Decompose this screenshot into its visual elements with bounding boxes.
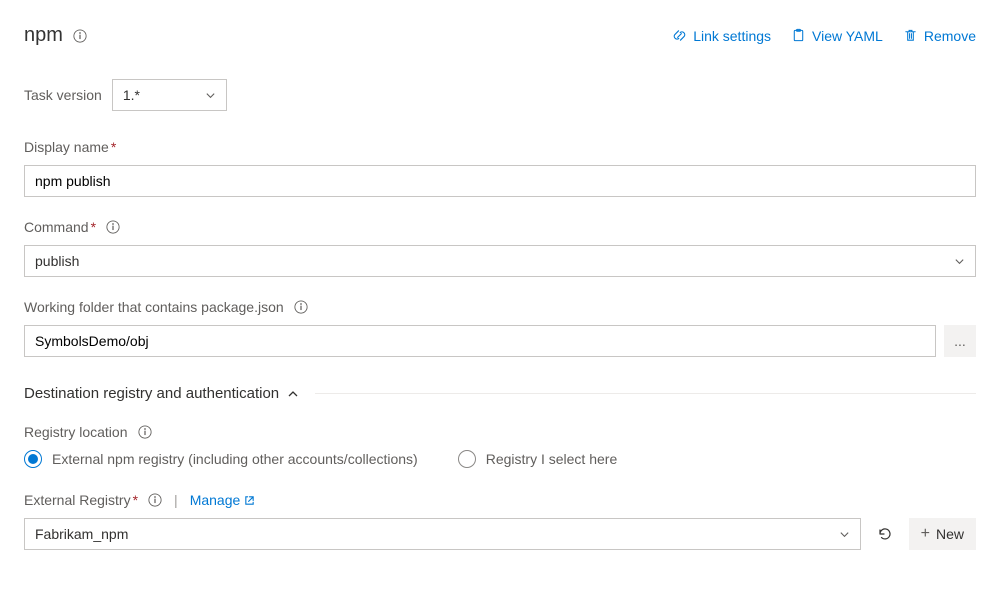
remove-label: Remove xyxy=(924,28,976,44)
view-yaml-label: View YAML xyxy=(812,28,883,44)
command-field: Command* publish xyxy=(24,219,976,277)
info-icon[interactable] xyxy=(138,425,152,439)
display-name-field: Display name* xyxy=(24,139,976,197)
link-settings-button[interactable]: Link settings xyxy=(672,28,771,44)
external-registry-label: External Registry* xyxy=(24,492,138,508)
radio-external-registry[interactable]: External npm registry (including other a… xyxy=(24,450,418,468)
info-icon[interactable] xyxy=(106,220,120,234)
radio-indicator xyxy=(458,450,476,468)
link-settings-label: Link settings xyxy=(693,28,771,44)
manage-link[interactable]: Manage xyxy=(190,492,256,508)
new-button[interactable]: + New xyxy=(909,518,976,550)
task-version-label: Task version xyxy=(24,87,102,103)
radio-select-here[interactable]: Registry I select here xyxy=(458,450,618,468)
task-header: npm Link settings View YAML Remove xyxy=(24,24,976,47)
link-icon xyxy=(672,28,687,43)
display-name-input[interactable] xyxy=(24,165,976,197)
trash-icon xyxy=(903,28,918,43)
required-asterisk: * xyxy=(111,139,116,155)
required-asterisk: * xyxy=(91,219,96,235)
destination-section-header[interactable]: Destination registry and authentication xyxy=(24,385,976,402)
refresh-icon xyxy=(877,526,893,542)
header-left: npm xyxy=(24,24,87,47)
refresh-button[interactable] xyxy=(869,518,901,550)
radio-select-here-label: Registry I select here xyxy=(486,451,618,467)
command-select[interactable]: publish xyxy=(24,245,976,277)
task-title: npm xyxy=(24,24,63,47)
required-asterisk: * xyxy=(133,492,138,508)
registry-location-radios: External npm registry (including other a… xyxy=(24,450,976,468)
external-registry-field: External Registry* | Manage Fabrikam_npm… xyxy=(24,492,976,550)
plus-icon: + xyxy=(921,526,930,542)
working-folder-field: Working folder that contains package.jso… xyxy=(24,299,976,357)
clipboard-icon xyxy=(791,28,806,43)
chevron-up-icon xyxy=(287,388,299,400)
radio-indicator xyxy=(24,450,42,468)
header-actions: Link settings View YAML Remove xyxy=(672,28,976,44)
working-folder-label: Working folder that contains package.jso… xyxy=(24,299,284,315)
remove-button[interactable]: Remove xyxy=(903,28,976,44)
divider: | xyxy=(172,492,180,508)
display-name-label: Display name* xyxy=(24,139,116,155)
view-yaml-button[interactable]: View YAML xyxy=(791,28,883,44)
ellipsis-icon: ... xyxy=(954,333,966,349)
registry-location-field: Registry location External npm registry … xyxy=(24,424,976,468)
chevron-down-icon xyxy=(839,529,850,540)
radio-external-label: External npm registry (including other a… xyxy=(52,451,418,467)
working-folder-input[interactable] xyxy=(24,325,936,357)
chevron-down-icon xyxy=(205,90,216,101)
command-value: publish xyxy=(35,253,79,269)
info-icon[interactable] xyxy=(73,29,87,43)
info-icon[interactable] xyxy=(294,300,308,314)
command-label: Command* xyxy=(24,219,96,235)
browse-button[interactable]: ... xyxy=(944,325,976,357)
info-icon[interactable] xyxy=(148,493,162,507)
section-divider xyxy=(315,393,976,394)
registry-location-label: Registry location xyxy=(24,424,128,440)
section-title: Destination registry and authentication xyxy=(24,385,279,402)
external-registry-select[interactable]: Fabrikam_npm xyxy=(24,518,861,550)
chevron-down-icon xyxy=(954,256,965,267)
task-version-select[interactable]: 1.* xyxy=(112,79,227,111)
task-version-row: Task version 1.* xyxy=(24,79,976,111)
external-registry-value: Fabrikam_npm xyxy=(35,526,128,542)
external-link-icon xyxy=(244,495,255,506)
task-version-value: 1.* xyxy=(123,87,140,103)
new-button-label: New xyxy=(936,526,964,542)
